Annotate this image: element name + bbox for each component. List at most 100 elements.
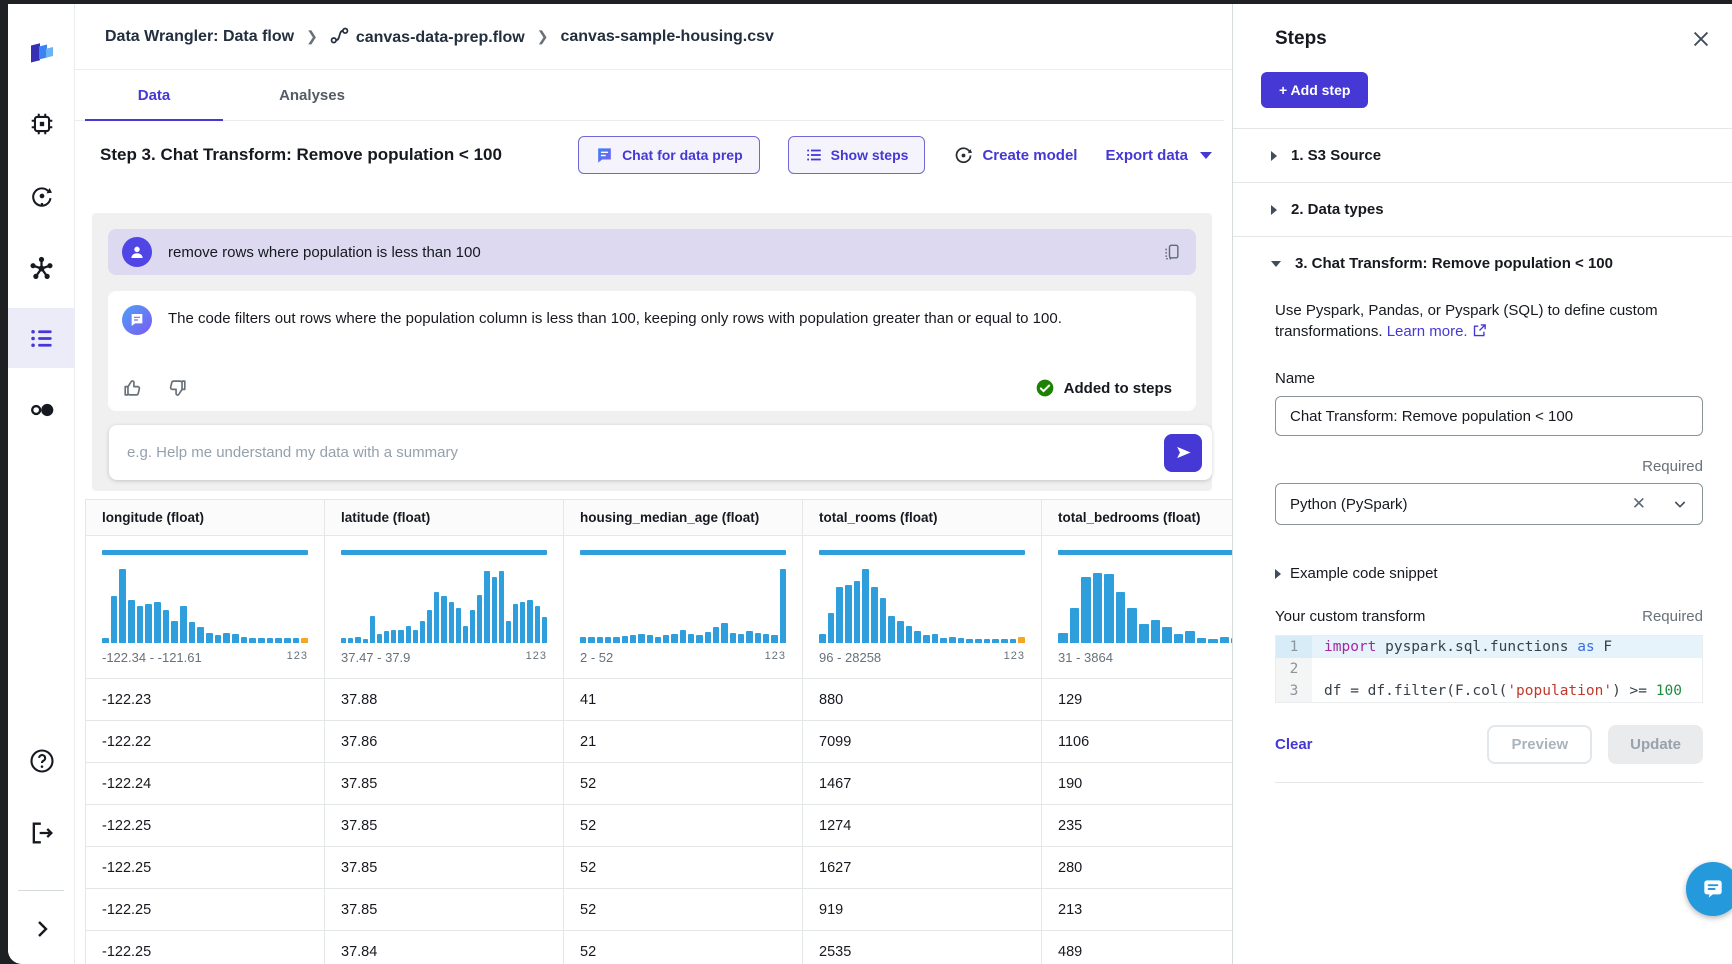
breadcrumb-root[interactable]: Data Wrangler: Data flow [105, 28, 294, 46]
user-message-text: remove rows where population is less tha… [168, 244, 1162, 261]
step-item-label: 3. Chat Transform: Remove population < 1… [1295, 255, 1613, 272]
chat-for-data-prep-button[interactable]: Chat for data prep [578, 136, 760, 174]
table-row: -122.2337.8841880129 [86, 679, 1232, 721]
data-quality-bar [102, 550, 308, 555]
column-header[interactable]: total_rooms (float) [803, 500, 1042, 536]
sidebar-expand-button[interactable] [8, 901, 75, 957]
table-cell: -122.22 [86, 721, 325, 763]
breadcrumb-flow[interactable]: canvas-data-prep.flow [330, 26, 525, 47]
sidebar-item-data-wrangler[interactable] [8, 310, 75, 366]
tab-bar: Data Analyses [75, 70, 1224, 121]
tab-data[interactable]: Data [75, 70, 233, 120]
table-cell: -122.25 [86, 889, 325, 931]
data-table: longitude (float)latitude (float)housing… [85, 499, 1232, 964]
thumbs-up-icon[interactable] [122, 377, 144, 399]
histogram-range-label: -122.34 - -121.61123 [102, 650, 308, 665]
thumbs-down-icon[interactable] [166, 377, 188, 399]
external-link-icon[interactable] [1472, 323, 1487, 338]
table-cell: 489 [1042, 931, 1232, 964]
language-select[interactable]: Python (PySpark) ✕ [1275, 483, 1703, 525]
column-header[interactable]: housing_median_age (float) [564, 500, 803, 536]
table-cell: 21 [564, 721, 803, 763]
chat-bubble-icon [595, 146, 614, 165]
add-step-button[interactable]: + Add step [1261, 72, 1368, 108]
table-row: -122.2437.85521467190 [86, 763, 1232, 805]
person-icon [128, 243, 146, 261]
chat-widget-button[interactable] [1686, 862, 1732, 916]
table-row: -122.2237.862170991106 [86, 721, 1232, 763]
table-cell: 129 [1042, 679, 1232, 721]
chat-bubble-icon [1700, 876, 1726, 902]
plus-icon: + [1279, 82, 1291, 98]
close-icon[interactable] [1690, 28, 1712, 50]
table-cell: 2535 [803, 931, 1042, 964]
language-select-value: Python (PySpark) [1290, 496, 1632, 513]
data-quality-bar [819, 550, 1025, 555]
table-cell: 37.88 [325, 679, 564, 721]
histogram[interactable] [102, 565, 308, 643]
clear-button[interactable]: Clear [1275, 736, 1313, 753]
app-logo[interactable] [8, 22, 75, 78]
column-header[interactable]: latitude (float) [325, 500, 564, 536]
chat-bubble-icon [129, 312, 145, 328]
sidebar-item-help[interactable] [8, 733, 75, 789]
histogram-cell: -122.34 - -121.61123 [86, 536, 325, 679]
update-button[interactable]: Update [1608, 725, 1703, 764]
table-cell: -122.24 [86, 763, 325, 805]
table-cell: 37.85 [325, 763, 564, 805]
triangle-right-icon [1271, 205, 1277, 215]
example-code-snippet-expander[interactable]: Example code snippet [1275, 565, 1703, 582]
table-cell: -122.25 [86, 847, 325, 889]
sidebar-item-compute[interactable] [8, 96, 75, 152]
sidebar-item-datasets[interactable] [8, 382, 75, 438]
step-item-2[interactable]: 2. Data types [1233, 182, 1732, 236]
column-header[interactable]: longitude (float) [86, 500, 325, 536]
send-icon [1175, 444, 1192, 461]
app-window: Data Wrangler: Data flow ❯ canvas-data-p… [8, 4, 1732, 964]
sidebar-item-automations[interactable] [8, 240, 75, 296]
tab-analyses[interactable]: Analyses [233, 70, 391, 120]
learn-more-link[interactable]: Learn more. [1387, 323, 1468, 340]
create-model-button[interactable]: Create model [953, 145, 1077, 166]
table-row: -122.2537.8552919213 [86, 889, 1232, 931]
preview-button[interactable]: Preview [1487, 725, 1592, 764]
step-name-input[interactable] [1275, 396, 1703, 436]
table-cell: 280 [1042, 847, 1232, 889]
export-data-button[interactable]: Export data [1105, 147, 1212, 164]
name-label: Name [1275, 370, 1703, 387]
chat-input[interactable] [127, 444, 1164, 461]
table-cell: -122.23 [86, 679, 325, 721]
flow-icon [330, 26, 349, 45]
breadcrumb-separator: ❯ [306, 28, 318, 45]
table-cell: 1274 [803, 805, 1042, 847]
step-item-1[interactable]: 1. S3 Source [1233, 128, 1732, 182]
table-cell: 190 [1042, 763, 1232, 805]
chevron-down-icon [1672, 496, 1688, 512]
show-steps-button[interactable]: Show steps [788, 136, 926, 174]
required-label: Required [1642, 608, 1703, 625]
table-cell: 52 [564, 847, 803, 889]
histogram[interactable] [580, 565, 786, 643]
chat-input-bar [109, 425, 1212, 480]
table-cell: 52 [564, 805, 803, 847]
send-button[interactable] [1164, 434, 1202, 472]
steps-list-icon [28, 325, 55, 352]
histogram[interactable] [1058, 565, 1232, 643]
code-line: 1import pyspark.sql.functions as F [1276, 636, 1702, 658]
histogram[interactable] [341, 565, 547, 643]
assistant-message-text: The code filters out rows where the popu… [168, 310, 1182, 327]
code-editor[interactable]: 1import pyspark.sql.functions as F23df =… [1275, 635, 1703, 703]
column-header[interactable]: total_bedrooms (float) [1042, 500, 1232, 536]
step-description: Use Pyspark, Pandas, or Pyspark (SQL) to… [1275, 300, 1703, 342]
table-cell: 37.85 [325, 847, 564, 889]
sidebar-item-models[interactable] [8, 168, 75, 224]
sidebar-item-logout[interactable] [8, 805, 75, 861]
canvas-logo-icon [25, 33, 59, 67]
histogram[interactable] [819, 565, 1025, 643]
table-cell: 52 [564, 931, 803, 964]
table-cell: 7099 [803, 721, 1042, 763]
step-item-3[interactable]: 3. Chat Transform: Remove population < 1… [1233, 236, 1732, 290]
triangle-right-icon [1271, 151, 1277, 161]
copy-icon[interactable] [1162, 242, 1182, 262]
clear-selection-icon[interactable]: ✕ [1632, 494, 1646, 514]
